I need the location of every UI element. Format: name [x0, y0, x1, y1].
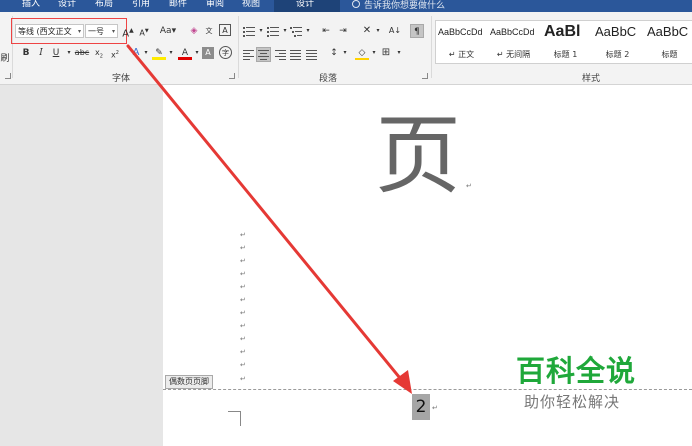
- paragraph-mark: ↵: [240, 283, 246, 291]
- chevron-down-icon[interactable]: ▾: [338, 46, 352, 60]
- style-name: 标题 2: [605, 50, 630, 59]
- paragraph-group-label: 段落: [319, 74, 338, 84]
- distributed-icon[interactable]: [306, 50, 317, 60]
- tab-references[interactable]: 引用: [132, 0, 150, 12]
- paragraph-mark: ↵: [240, 322, 246, 330]
- font-dialog-launcher-icon[interactable]: [229, 73, 235, 79]
- paragraph-mark: ↵: [240, 296, 246, 304]
- tell-me-text: 告诉我你想要做什么: [364, 1, 446, 11]
- align-left-icon[interactable]: [243, 50, 254, 60]
- change-case-icon[interactable]: Aa▾: [158, 24, 178, 38]
- chevron-down-icon[interactable]: ▾: [254, 24, 268, 38]
- tab-review[interactable]: 审阅: [206, 0, 224, 12]
- styles-group-label: 样式: [582, 74, 601, 84]
- italic-icon[interactable]: I: [34, 46, 48, 60]
- tab-header-footer-design[interactable]: 设计: [296, 0, 314, 12]
- style-sample: AaBbCcDd: [438, 27, 483, 37]
- style-name: ↵ 正文: [448, 50, 475, 59]
- paragraph-mark: ↵: [240, 348, 246, 356]
- align-center-icon[interactable]: [258, 50, 269, 60]
- paragraph-mark: ↵: [432, 404, 438, 412]
- font-name-value: 等线 (西文正文: [18, 27, 72, 36]
- tab-layout[interactable]: 布局: [95, 0, 113, 12]
- even-page-footer-tag: 偶数页页脚: [165, 375, 213, 389]
- font-group-label: 字体: [112, 74, 131, 84]
- style-item-title[interactable]: AaBbC 标题: [644, 21, 692, 63]
- align-right-icon[interactable]: [275, 50, 286, 60]
- chevron-down-icon[interactable]: ▾: [301, 24, 315, 38]
- show-formatting-marks-icon[interactable]: ¶: [410, 24, 424, 38]
- character-border-icon[interactable]: A: [219, 24, 231, 36]
- tab-view[interactable]: 视图: [242, 0, 260, 12]
- style-name: ↵ 无间隔: [496, 50, 531, 59]
- search-icon: [352, 0, 360, 8]
- paragraph-dialog-launcher-icon[interactable]: [422, 73, 428, 79]
- shrink-font-icon[interactable]: A▼: [137, 24, 151, 38]
- decrease-indent-icon[interactable]: ⇤: [319, 24, 333, 38]
- font-size-dropdown[interactable]: 一号 ▾: [85, 24, 118, 38]
- style-sample: AaBbCcDd: [490, 27, 535, 37]
- clear-formatting-icon[interactable]: ◈: [187, 24, 201, 38]
- chevron-down-icon[interactable]: ▾: [392, 46, 406, 60]
- character-shading-icon[interactable]: A: [202, 47, 214, 59]
- chevron-down-icon[interactable]: ▾: [139, 46, 153, 60]
- document-big-character: 页: [375, 106, 461, 206]
- tab-design[interactable]: 设计: [58, 0, 76, 12]
- paragraph-mark: ↵: [240, 257, 246, 265]
- group-separator: [431, 16, 432, 78]
- phonetic-guide-icon[interactable]: 文: [202, 24, 216, 38]
- chevron-down-icon[interactable]: ▾: [371, 24, 385, 38]
- text-boundary-corner: [228, 411, 241, 426]
- page-number-field[interactable]: 2: [412, 394, 430, 420]
- tell-me-search[interactable]: 告诉我你想要做什么: [352, 0, 445, 12]
- paragraph-mark: ↵: [240, 375, 246, 383]
- group-separator: [238, 16, 239, 78]
- paragraph-mark: ↵: [466, 182, 472, 190]
- paragraph-mark: ↵: [240, 309, 246, 317]
- footer-boundary-line: [163, 389, 692, 390]
- style-item-normal[interactable]: AaBbCcDd ↵ 正文: [436, 21, 487, 63]
- chevron-down-icon: ▾: [111, 28, 115, 35]
- superscript-icon[interactable]: x2: [108, 46, 122, 60]
- watermark-slogan: 助你轻松解决: [524, 393, 621, 411]
- paragraph-mark: ↵: [240, 270, 246, 278]
- chevron-down-icon: ▾: [77, 28, 81, 35]
- clipboard-launcher-icon[interactable]: [5, 73, 11, 79]
- sort-icon[interactable]: A↓: [388, 24, 402, 38]
- increase-indent-icon[interactable]: ⇥: [336, 24, 350, 38]
- paragraph-mark: ↵: [240, 231, 246, 239]
- bold-icon[interactable]: B: [19, 46, 33, 60]
- watermark-brand: 百科全说: [516, 354, 637, 388]
- paragraph-mark: ↵: [240, 361, 246, 369]
- font-name-dropdown[interactable]: 等线 (西文正文 ▾: [15, 24, 84, 38]
- font-size-value: 一号: [88, 27, 104, 36]
- chevron-down-icon[interactable]: ▾: [164, 46, 178, 60]
- style-name: 标题: [661, 50, 678, 59]
- style-sample: AaBl: [544, 23, 581, 40]
- style-item-heading-1[interactable]: AaBl 标题 1: [540, 21, 591, 63]
- borders-icon[interactable]: ⊞: [379, 46, 393, 60]
- style-item-no-spacing[interactable]: AaBbCcDd ↵ 无间隔: [488, 21, 539, 63]
- styles-gallery: AaBbCcDd ↵ 正文 AaBbCcDd ↵ 无间隔 AaBl 标题 1 A…: [435, 20, 692, 64]
- underline-icon[interactable]: U: [49, 46, 63, 60]
- justify-icon[interactable]: [290, 50, 301, 60]
- style-sample: AaBbC: [647, 24, 689, 39]
- style-sample: AaBbC: [595, 24, 637, 39]
- grow-font-icon[interactable]: A▲: [121, 24, 135, 39]
- format-painter-label[interactable]: 刷: [0, 52, 10, 66]
- strikethrough-icon[interactable]: abc: [74, 46, 90, 60]
- tab-insert[interactable]: 插入: [22, 0, 40, 12]
- subscript-icon[interactable]: x2: [92, 46, 106, 60]
- tab-mailings[interactable]: 邮件: [169, 0, 187, 12]
- paragraph-mark: ↵: [240, 335, 246, 343]
- enclose-characters-icon[interactable]: 字: [219, 46, 232, 59]
- style-item-heading-2[interactable]: AaBbC 标题 2: [592, 21, 643, 63]
- paragraph-mark: ↵: [240, 244, 246, 252]
- style-name: 标题 1: [553, 50, 578, 59]
